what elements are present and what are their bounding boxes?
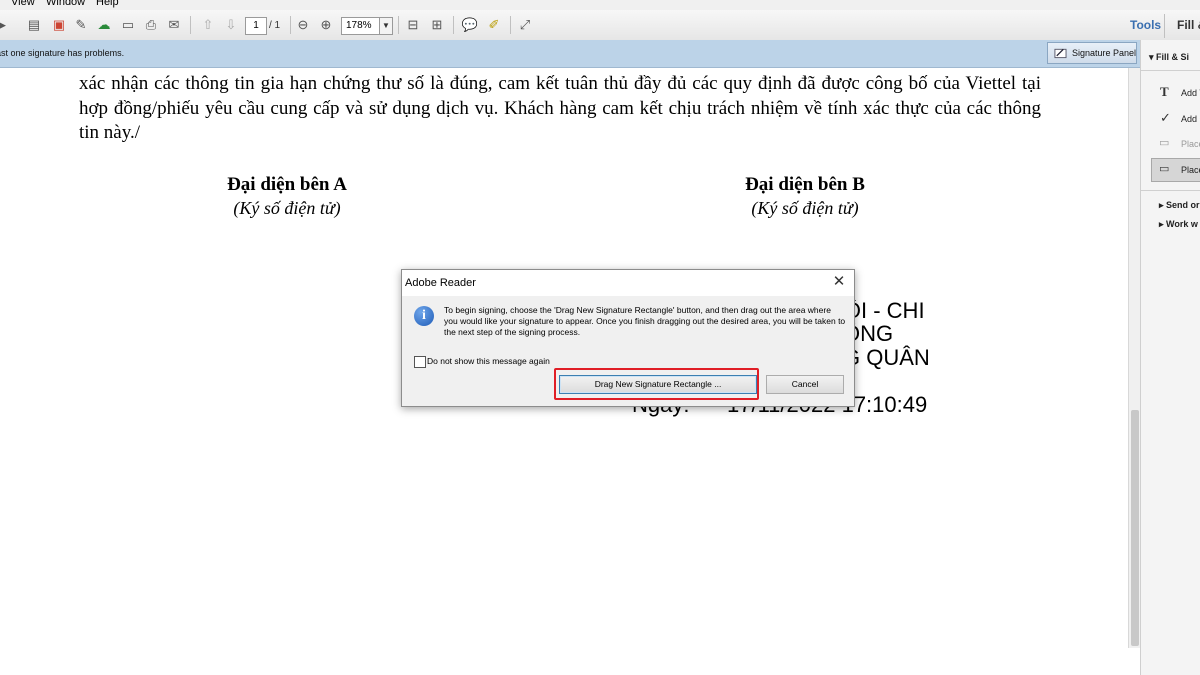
dont-show-again-checkbox[interactable] xyxy=(414,356,426,368)
zoom-out-icon[interactable]: ⊖ xyxy=(294,16,312,34)
toolbar: ▶ ▤ ▣ ✎ ☁ ▭ ⎙ ✉ ⇧ ⇩ 1 / 1 ⊖ ⊕ 178% ▼ ⊟ ⊞… xyxy=(0,10,1200,41)
checkmark-icon: ✓ xyxy=(1160,110,1171,125)
add-checkmark-item[interactable]: Add C xyxy=(1181,114,1200,124)
menu-view[interactable]: View xyxy=(11,0,35,8)
party-a-title: Đại diện bên A xyxy=(227,174,347,195)
fill-sign-pane: ▾ Fill & Si T Add T ✓ Add C ▭ Place ▭ Pl… xyxy=(1140,40,1200,675)
send-section[interactable]: ▸ Send or xyxy=(1159,200,1200,211)
toolbar-separator xyxy=(190,16,191,34)
fit-page-icon[interactable]: ⊟ xyxy=(404,16,422,34)
email-icon[interactable]: ✉ xyxy=(165,16,183,34)
toolbar-separator xyxy=(290,16,291,34)
pdf-icon[interactable]: ▣ xyxy=(50,16,68,34)
next-page-icon[interactable]: ⇩ xyxy=(222,16,240,34)
expand-triangle-icon: ▾ xyxy=(1149,52,1157,62)
chevron-down-icon[interactable]: ▼ xyxy=(379,17,393,35)
signature-panel-button[interactable]: Signature Panel xyxy=(1047,42,1137,64)
open-icon[interactable]: ▶ xyxy=(0,16,10,34)
place-initials-icon: ▭ xyxy=(1159,137,1170,149)
add-text-item[interactable]: Add T xyxy=(1181,88,1200,98)
menu-bar: View Window Help xyxy=(0,0,1200,10)
highlight-annotation xyxy=(554,368,759,400)
pane-header[interactable]: ▾ Fill & Si xyxy=(1149,52,1189,63)
signature-status-message: ast one signature has problems. xyxy=(0,48,125,58)
signature-line-3: G QUÂN xyxy=(843,345,930,370)
comment-icon[interactable]: 💬 xyxy=(461,16,479,34)
close-icon[interactable]: ✕ xyxy=(830,273,848,291)
info-icon: i xyxy=(414,306,434,326)
pane-divider xyxy=(1141,190,1200,191)
tools-link[interactable]: Tools xyxy=(1130,18,1161,32)
zoom-in-icon[interactable]: ⊕ xyxy=(317,16,335,34)
dialog-message: To begin signing, choose the 'Drag New S… xyxy=(444,305,846,337)
document-paragraph: xác nhận các thông tin gia hạn chứng thư… xyxy=(79,72,1041,146)
party-b-title: Đại diện bên B xyxy=(745,174,865,195)
previous-page-icon[interactable]: ⇧ xyxy=(199,16,217,34)
signature-notification-bar: ast one signature has problems. Signatur… xyxy=(0,40,1140,68)
place-signature-item[interactable]: Place xyxy=(1181,165,1200,175)
highlight-icon[interactable]: ✐ xyxy=(485,16,503,34)
collapse-triangle-icon: ▸ xyxy=(1159,200,1167,210)
menu-help[interactable]: Help xyxy=(96,0,119,8)
edit-icon[interactable]: ✎ xyxy=(72,16,90,34)
place-initials-item[interactable]: Place xyxy=(1181,139,1200,149)
signature-pen-icon xyxy=(1054,48,1067,59)
print-icon[interactable]: ⎙ xyxy=(142,16,160,34)
dialog-titlebar[interactable]: Adobe Reader ✕ xyxy=(402,270,854,296)
party-b-subtitle: (Ký số điện tử) xyxy=(751,198,859,218)
page-number-input[interactable]: 1 xyxy=(245,17,267,35)
toolbar-separator xyxy=(510,16,511,34)
signature-panel-label: Signature Panel xyxy=(1071,48,1136,58)
dont-show-again-label[interactable]: Do not show this message again xyxy=(427,356,550,366)
fit-width-icon[interactable]: ⊞ xyxy=(428,16,446,34)
send-section-label: Send or xyxy=(1166,200,1200,210)
work-section-label: Work w xyxy=(1166,219,1198,229)
toolbar-separator xyxy=(453,16,454,34)
party-a-block: Đại diện bên A (Ký số điện tử) xyxy=(187,174,387,219)
add-text-icon: T xyxy=(1160,84,1169,99)
save-icon[interactable]: ▭ xyxy=(119,16,137,34)
menu-window[interactable]: Window xyxy=(46,0,85,8)
cloud-upload-icon[interactable]: ☁ xyxy=(95,16,113,34)
work-section[interactable]: ▸ Work w xyxy=(1159,219,1198,230)
create-pdf-icon[interactable]: ▤ xyxy=(25,16,43,34)
toolbar-separator xyxy=(398,16,399,34)
place-signature-icon: ▭ xyxy=(1159,163,1170,175)
tab-separator xyxy=(1164,14,1165,38)
cancel-button[interactable]: Cancel xyxy=(766,375,844,394)
pane-divider xyxy=(1141,70,1200,71)
fill-sign-tab[interactable]: Fill & Si xyxy=(1177,18,1200,32)
scrollbar-thumb[interactable] xyxy=(1131,410,1139,646)
expand-icon[interactable]: ⤢ xyxy=(516,16,534,34)
zoom-input[interactable]: 178% xyxy=(341,17,381,35)
party-b-block: Đại diện bên B (Ký số điện tử) xyxy=(705,174,905,219)
pane-header-label: Fill & Si xyxy=(1156,52,1190,62)
page-total: / 1 xyxy=(269,20,281,31)
dialog-title: Adobe Reader xyxy=(405,277,476,289)
party-a-subtitle: (Ký số điện tử) xyxy=(233,198,341,218)
paragraph-line-1: xác nhận các thông tin gia hạn chứng thư… xyxy=(79,73,960,94)
collapse-triangle-icon: ▸ xyxy=(1159,219,1167,229)
